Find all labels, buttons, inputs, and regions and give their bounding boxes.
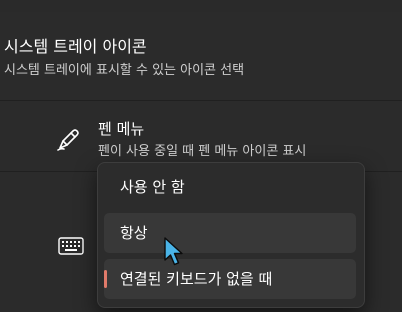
option-label: 항상 bbox=[120, 224, 148, 242]
section-title: 시스템 트레이 아이콘 bbox=[4, 37, 147, 56]
option-no-keyboard-attached[interactable]: 연결된 키보드가 없을 때 bbox=[104, 259, 356, 299]
section-description: 시스템 트레이에 표시할 수 있는 아이콘 선택 bbox=[4, 63, 245, 78]
option-label: 사용 안 함 bbox=[120, 178, 185, 196]
mouse-cursor-icon bbox=[164, 237, 183, 266]
tray-icons-header: 시스템 트레이 아이콘 시스템 트레이에 표시할 수 있는 아이콘 선택 bbox=[0, 12, 402, 100]
keyboard-icon bbox=[58, 237, 84, 255]
option-label: 연결된 키보드가 없을 때 bbox=[120, 270, 273, 288]
option-never[interactable]: 사용 안 함 bbox=[104, 167, 356, 207]
selection-indicator bbox=[104, 270, 107, 288]
visibility-dropdown[interactable]: 사용 안 함 항상 연결된 키보드가 없을 때 bbox=[97, 162, 365, 308]
option-always[interactable]: 항상 bbox=[104, 213, 356, 253]
pen-menu-title: 펜 메뉴 bbox=[98, 120, 145, 138]
pen-menu-description: 펜이 사용 중일 때 펜 메뉴 아이콘 표시 bbox=[98, 144, 307, 159]
pen-icon bbox=[57, 129, 79, 151]
